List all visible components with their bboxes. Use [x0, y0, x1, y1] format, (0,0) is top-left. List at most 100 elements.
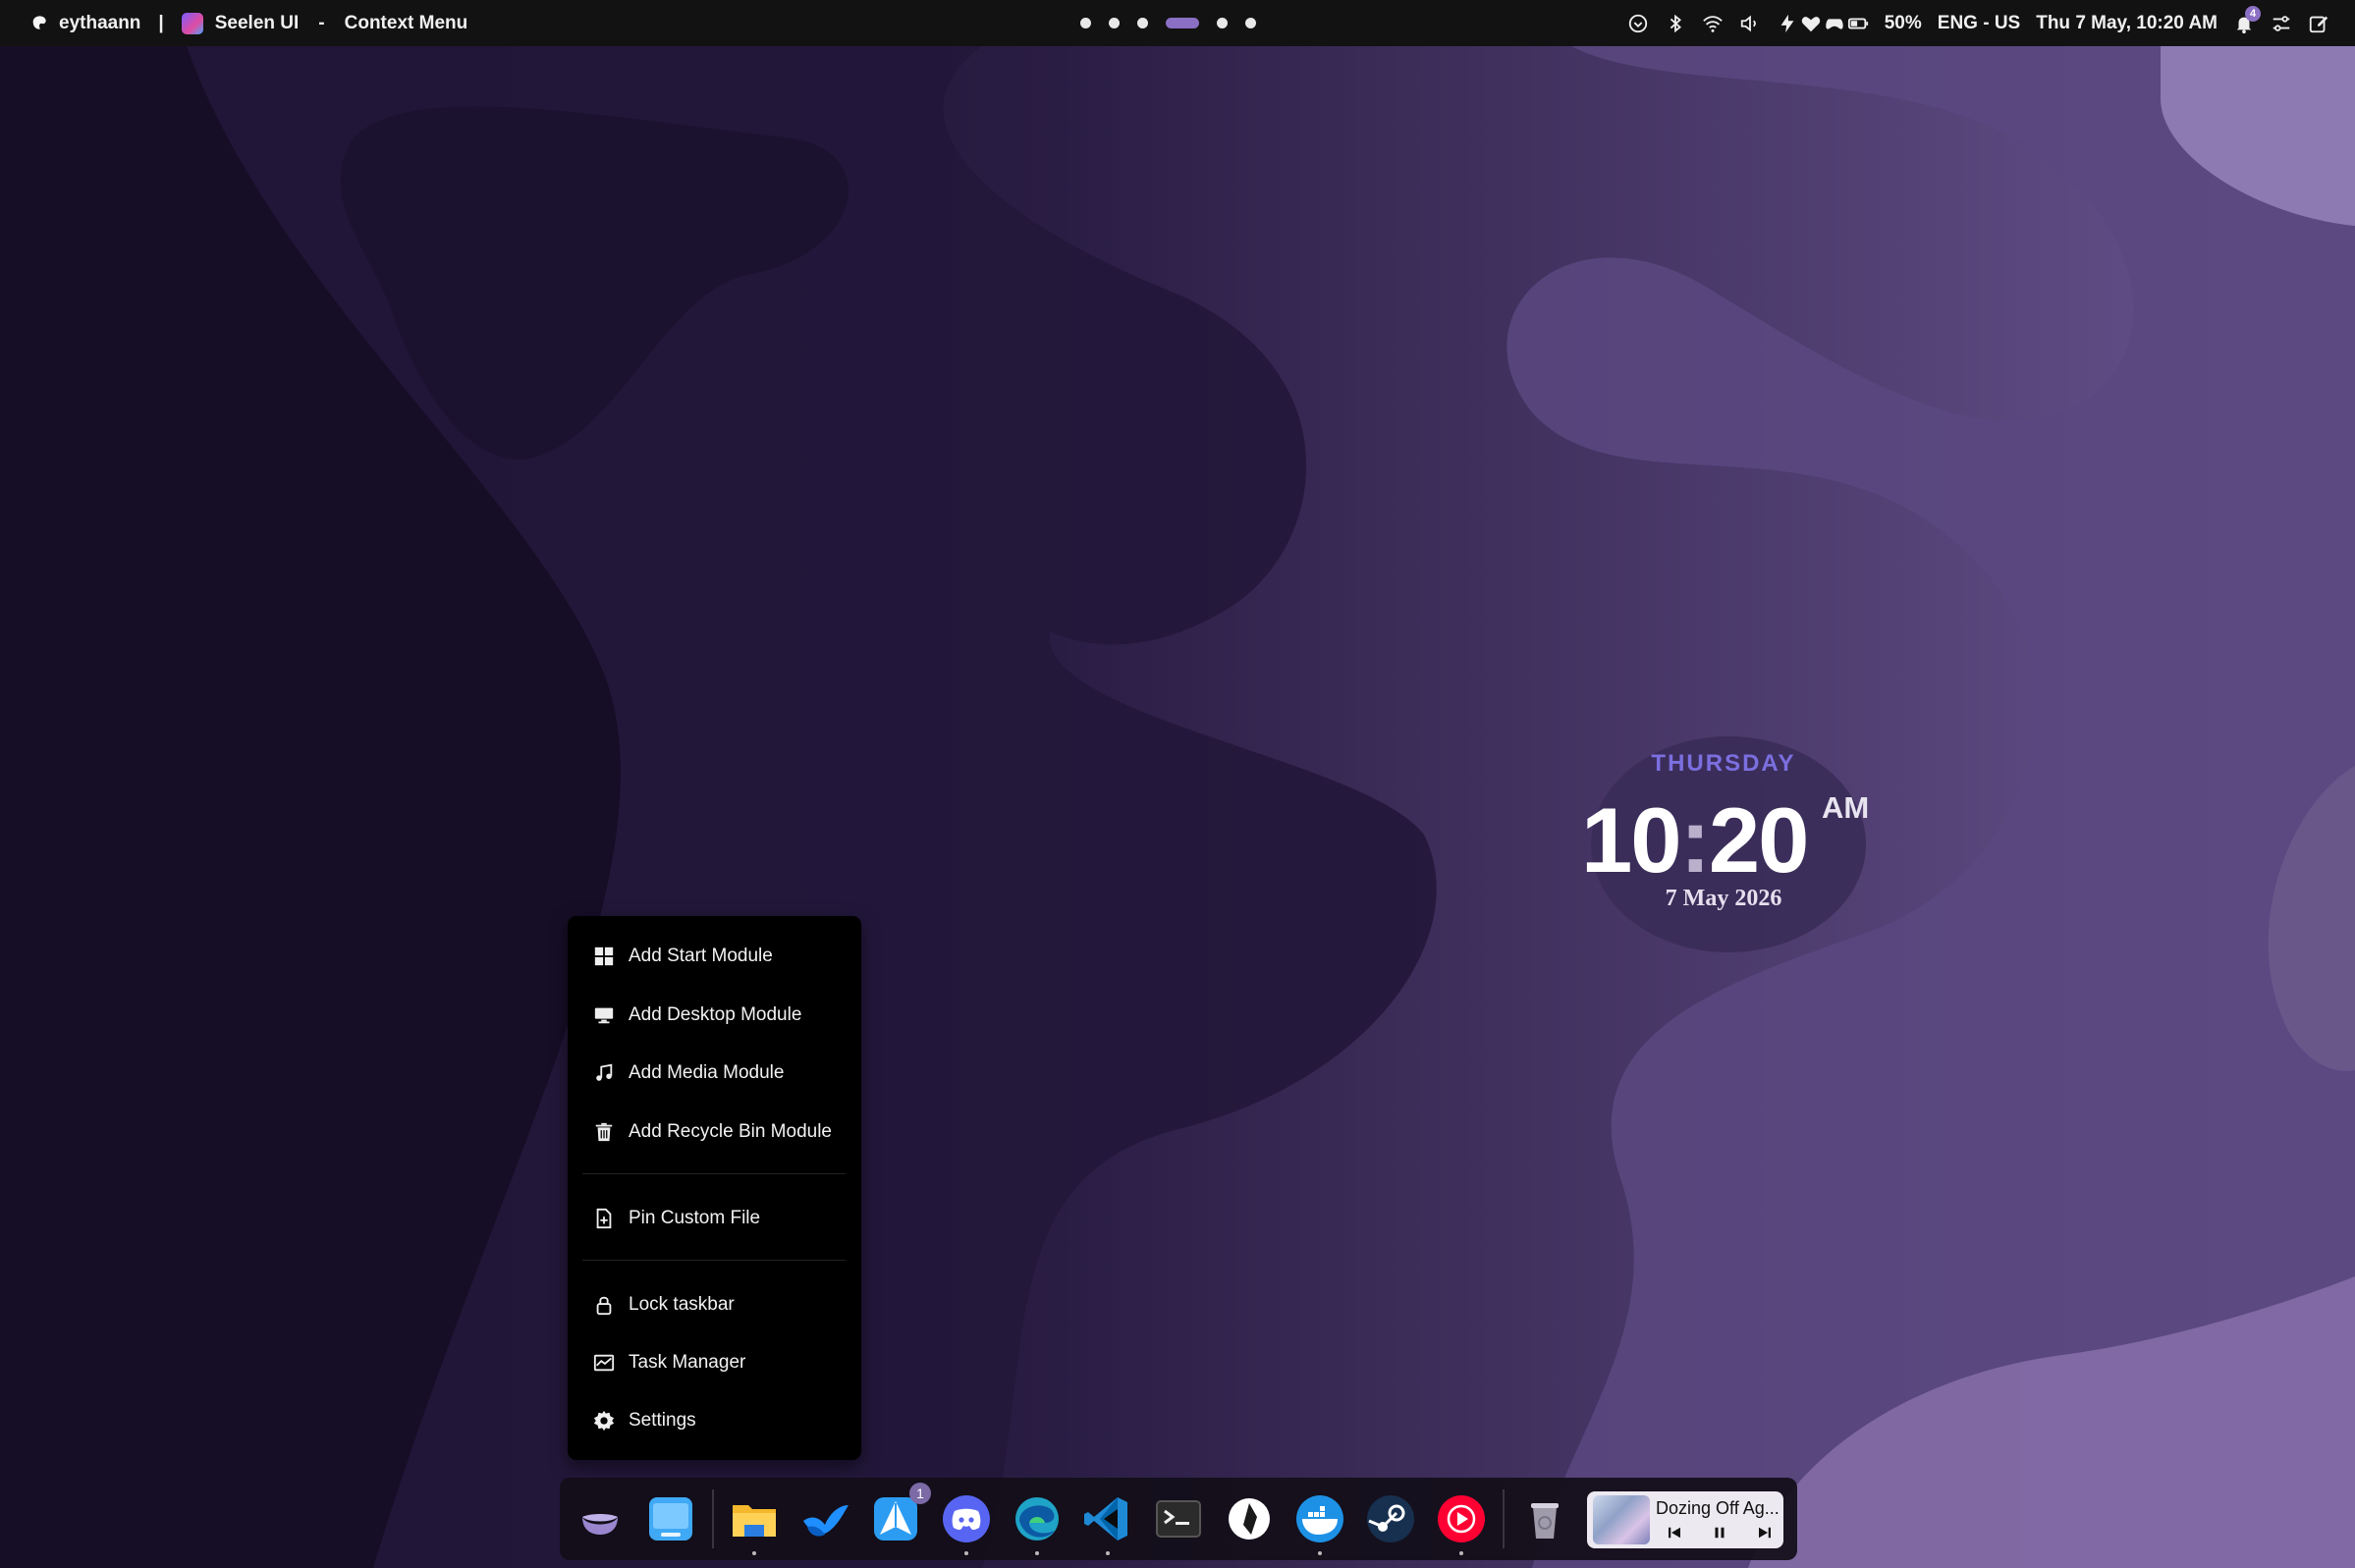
- media-track-title: Dozing Off Ag...: [1656, 1498, 1780, 1518]
- dock-item-obsidian[interactable]: [1222, 1491, 1277, 1546]
- dock-item-vscode[interactable]: [1080, 1491, 1135, 1546]
- menu-item-label: Task Manager: [629, 1352, 746, 1373]
- workspace-switcher: [1080, 0, 1256, 46]
- volume-icon[interactable]: [1739, 13, 1761, 34]
- menu-item-label: Settings: [629, 1410, 696, 1431]
- clock-ampm: AM: [1822, 790, 1870, 825]
- gear-icon: [593, 1410, 615, 1432]
- obsidian-icon: [1229, 1498, 1270, 1540]
- workspace-2[interactable]: [1109, 18, 1120, 28]
- dock-item-recycle-bin[interactable]: [1517, 1491, 1572, 1546]
- date-time[interactable]: Thu 7 May, 10:20 AM: [2036, 13, 2218, 34]
- terminal-icon: [1156, 1500, 1201, 1538]
- previous-track-icon[interactable]: [1666, 1524, 1683, 1541]
- folder-icon: [733, 1505, 776, 1537]
- workspace-3[interactable]: [1137, 18, 1148, 28]
- menu-item-settings[interactable]: Settings: [593, 1401, 696, 1440]
- dock-item-docker[interactable]: [1292, 1491, 1347, 1546]
- seelen-app-icon: [181, 12, 203, 34]
- menu-item-label: Add Start Module: [629, 946, 773, 966]
- media-module[interactable]: Dozing Off Ag...: [1587, 1491, 1783, 1548]
- next-track-icon[interactable]: [1756, 1524, 1774, 1541]
- dock-item-discord[interactable]: [939, 1491, 994, 1546]
- context-menu: Add Start Module Add Desktop Module Add …: [568, 916, 861, 1460]
- menu-item-add-start-module[interactable]: Add Start Module: [593, 937, 773, 976]
- running-indicator: [964, 1551, 968, 1555]
- power-mode-icon: [1780, 14, 1794, 32]
- dock-item-file-explorer[interactable]: [727, 1491, 782, 1546]
- tray-expand-icon[interactable]: [1627, 13, 1649, 34]
- dock-item-steam[interactable]: [1363, 1491, 1418, 1546]
- menu-item-add-media-module[interactable]: Add Media Module: [593, 1054, 784, 1093]
- menu-item-lock-taskbar[interactable]: Lock taskbar: [593, 1285, 735, 1325]
- system-tray: 50% ENG - US Thu 7 May, 10:20 AM 4: [1627, 0, 2329, 46]
- desktop-icon: [649, 1497, 692, 1541]
- bluesky-icon: [803, 1505, 849, 1537]
- status-icons-group[interactable]: [1777, 13, 1869, 34]
- edit-icon[interactable]: [2308, 13, 2329, 34]
- menu-item-task-manager[interactable]: Task Manager: [593, 1343, 745, 1382]
- file-plus-icon: [596, 1208, 612, 1229]
- vscode-icon: [1084, 1497, 1127, 1541]
- dock-item-seelen-start[interactable]: [573, 1491, 628, 1546]
- top-bar: eythaann | Seelen UI - Context Menu 50% …: [0, 0, 2355, 46]
- menu-item-add-desktop-module[interactable]: Add Desktop Module: [593, 996, 801, 1035]
- discord-icon: [943, 1495, 990, 1542]
- clock-colon: :: [1679, 788, 1711, 892]
- user-name[interactable]: eythaann: [59, 13, 140, 34]
- dock-item-bluesky[interactable]: [797, 1491, 852, 1546]
- monitor-icon: [594, 1007, 614, 1024]
- gamepad-icon: [1826, 18, 1843, 29]
- running-indicator: [752, 1551, 756, 1555]
- lock-icon: [596, 1296, 612, 1316]
- steam-icon: [1367, 1495, 1414, 1542]
- workspace-6[interactable]: [1245, 18, 1256, 28]
- dock-item-desktop[interactable]: [643, 1491, 698, 1546]
- topbar-separator: |: [158, 12, 164, 33]
- desktop-wallpaper: [0, 0, 2355, 1568]
- workspace-1[interactable]: [1080, 18, 1091, 28]
- menu-item-label: Add Desktop Module: [629, 1004, 802, 1025]
- menu-item-label: Pin Custom File: [629, 1208, 761, 1228]
- clock-time: 10:20: [1581, 787, 1809, 893]
- seelen-logo-icon: [582, 1514, 618, 1535]
- menu-divider: [582, 1260, 846, 1261]
- keyboard-language[interactable]: ENG - US: [1938, 13, 2020, 34]
- taskbar-dock: 1 Dozing Off Ag...: [560, 1478, 1797, 1560]
- clock-day: THURSDAY: [1651, 750, 1796, 777]
- menu-item-label: Lock taskbar: [629, 1294, 735, 1315]
- heart-icon: [1801, 16, 1820, 31]
- running-indicator: [1106, 1551, 1110, 1555]
- edge-icon: [1015, 1497, 1059, 1541]
- running-indicator: [1035, 1551, 1039, 1555]
- user-avatar-icon[interactable]: [29, 13, 51, 34]
- dock-item-terminal[interactable]: [1151, 1491, 1206, 1546]
- unread-badge: 1: [909, 1483, 931, 1504]
- menu-item-add-recycle-bin-module[interactable]: Add Recycle Bin Module: [593, 1112, 832, 1152]
- dock-item-edge[interactable]: [1010, 1491, 1065, 1546]
- recycle-bin-icon: [1531, 1503, 1559, 1539]
- clock-widget: THURSDAY 10:20 AM 7 May 2026: [1571, 736, 1895, 933]
- windows-icon: [594, 946, 614, 966]
- docker-icon: [1296, 1495, 1343, 1542]
- trash-icon: [595, 1122, 613, 1142]
- quick-settings-icon[interactable]: [2271, 13, 2292, 34]
- dock-separator: [1503, 1489, 1505, 1548]
- clock-date: 7 May 2026: [1665, 886, 1782, 911]
- menu-divider: [582, 1173, 846, 1174]
- running-indicator: [1459, 1551, 1463, 1555]
- media-controls: [1666, 1524, 1774, 1541]
- youtube-music-icon: [1438, 1495, 1485, 1542]
- menu-item-pin-custom-file[interactable]: Pin Custom File: [593, 1199, 760, 1238]
- wifi-icon[interactable]: [1702, 13, 1724, 34]
- notification-count-badge: 4: [2245, 5, 2261, 22]
- dock-item-youtube-music[interactable]: [1434, 1491, 1489, 1546]
- task-manager-icon: [593, 1354, 615, 1372]
- workspace-5[interactable]: [1217, 18, 1228, 28]
- bluetooth-icon[interactable]: [1665, 13, 1686, 34]
- workspace-4-active[interactable]: [1166, 18, 1199, 28]
- notifications-icon[interactable]: 4: [2233, 5, 2261, 34]
- pause-icon[interactable]: [1711, 1524, 1728, 1541]
- battery-icon: [1847, 18, 1868, 28]
- focused-app-name[interactable]: Seelen UI: [215, 13, 300, 34]
